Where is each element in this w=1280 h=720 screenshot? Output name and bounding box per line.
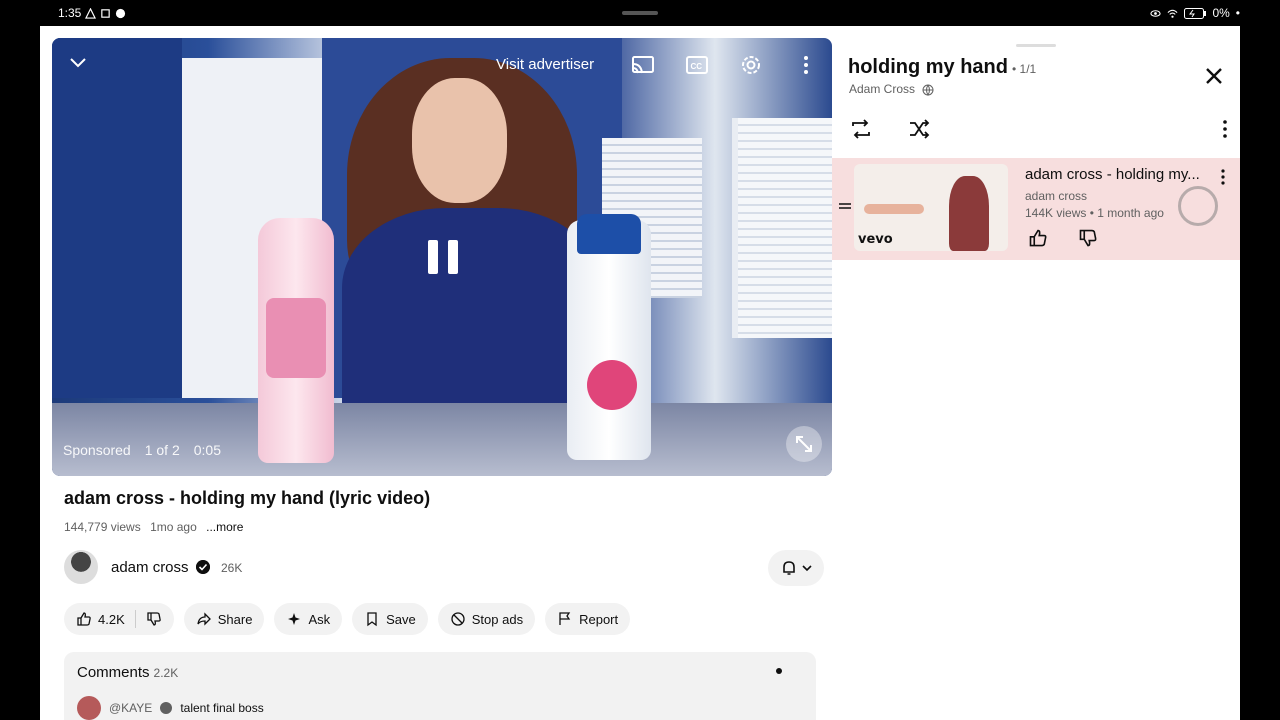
visit-advertiser-link[interactable]: Visit advertiser	[496, 56, 594, 73]
item-channel: adam cross	[1025, 189, 1088, 203]
shuffle-icon[interactable]	[906, 116, 932, 142]
eye-icon	[1150, 9, 1162, 17]
sponsored-label: Sponsored	[63, 442, 131, 458]
comments-title: Comments	[77, 664, 150, 681]
upload-age: 1mo ago	[150, 520, 197, 534]
bookmark-icon	[367, 612, 377, 627]
channel-avatar[interactable]	[64, 550, 98, 584]
battery-dot: •	[1235, 6, 1240, 20]
ad-time: 0:05	[193, 442, 221, 458]
globe-icon	[922, 84, 934, 96]
verified-icon	[160, 702, 173, 714]
video-player[interactable]: Visit advertiser CC Sponsored 1 of 2 0:0…	[52, 38, 832, 476]
ad-info: Sponsored 1 of 2 0:05	[63, 442, 221, 458]
vevo-logo: vevo	[858, 232, 893, 247]
commenter-name: @KAYE	[109, 701, 153, 715]
item-title: adam cross - holding my...	[1025, 166, 1200, 183]
wifi-icon	[1167, 9, 1178, 18]
expand-icon	[796, 436, 812, 452]
ask-button[interactable]: Ask	[274, 603, 343, 635]
status-right: 0% •	[1150, 6, 1240, 20]
youtube-app: Visit advertiser CC Sponsored 1 of 2 0:0…	[40, 26, 1240, 720]
sparkle-icon	[288, 613, 301, 625]
owner-name: Adam Cross	[849, 82, 916, 96]
divider	[134, 610, 136, 628]
subscriber-count: 26K	[221, 561, 243, 575]
playlist-panel: holding my hand • 1/1 Adam Cross vevo ada…	[832, 26, 1240, 720]
like-dislike-button[interactable]: 4.2K	[64, 603, 174, 635]
video-meta[interactable]: 144,779 views 1mo ago ...more	[64, 520, 243, 534]
playlist-count: • 1/1	[1012, 62, 1037, 76]
pause-icon[interactable]	[428, 240, 458, 274]
svg-text:CC: CC	[691, 62, 703, 71]
flag-icon	[559, 612, 571, 625]
view-count: 144,779 views	[64, 520, 141, 534]
chevron-down-icon	[802, 565, 812, 572]
stop-ads-label: Stop ads	[471, 611, 524, 627]
video-title: adam cross - holding my hand (lyric vide…	[64, 488, 431, 508]
comments-count: 2.2K	[153, 666, 179, 680]
comments-section[interactable]: Comments 2.2K @KAYE talent final boss	[64, 652, 816, 720]
top-comment: @KAYE talent final boss	[77, 696, 264, 720]
like-count: 4.2K	[98, 611, 125, 627]
clock: 1:35	[58, 6, 82, 20]
commenter-avatar	[77, 696, 101, 720]
status-pill	[622, 11, 658, 15]
block-icon	[451, 612, 465, 626]
stop-ads-button[interactable]: Stop ads	[437, 603, 536, 635]
report-label: Report	[579, 611, 619, 627]
verified-icon	[196, 560, 210, 574]
more-link[interactable]: ...more	[206, 520, 243, 534]
touch-ripple	[1178, 186, 1218, 226]
comment-text: talent final boss	[180, 701, 264, 715]
thumbs-down-icon[interactable]	[146, 611, 162, 627]
thumbs-down-icon[interactable]	[1078, 228, 1098, 248]
drag-handle[interactable]	[1016, 44, 1056, 47]
comments-indicator-dot	[776, 668, 782, 674]
repeat-icon[interactable]	[848, 116, 874, 142]
thumbs-up-icon[interactable]	[1028, 228, 1048, 248]
playlist-item[interactable]: vevo adam cross - holding my... adam cro…	[832, 158, 1240, 260]
playlist-owner[interactable]: Adam Cross	[849, 82, 934, 96]
captions-icon[interactable]: CC	[684, 52, 710, 78]
share-icon	[197, 612, 211, 626]
share-button[interactable]: Share	[183, 603, 265, 635]
report-button[interactable]: Report	[545, 603, 631, 635]
save-button[interactable]: Save	[352, 603, 428, 635]
settings-gear-icon[interactable]	[738, 52, 764, 78]
thumbs-up-icon[interactable]	[76, 611, 92, 627]
more-vertical-icon[interactable]	[1222, 118, 1228, 140]
comments-header: Comments 2.2K	[77, 664, 178, 681]
playlist-title-row: holding my hand • 1/1	[848, 56, 1036, 79]
channel-row: adam cross 26K	[64, 550, 824, 588]
share-label: Share	[217, 611, 253, 627]
minimize-chevron-icon[interactable]	[66, 50, 90, 74]
close-icon[interactable]	[1202, 64, 1226, 88]
video-thumbnail[interactable]: vevo	[854, 164, 1008, 251]
ad-position: 1 of 2	[144, 442, 180, 458]
notification-bell-button[interactable]	[768, 550, 824, 586]
battery-percent: 0%	[1212, 6, 1230, 20]
status-left: 1:35	[58, 6, 126, 20]
more-vertical-icon[interactable]	[793, 52, 819, 78]
bell-icon	[783, 561, 795, 575]
ask-label: Ask	[308, 611, 331, 627]
player-controls: Visit advertiser CC Sponsored 1 of 2 0:0…	[52, 38, 832, 476]
playlist-title: holding my hand	[848, 56, 1008, 78]
channel-name[interactable]: adam cross	[111, 559, 189, 576]
battery-icon	[1184, 7, 1207, 19]
app-notification-icon	[116, 8, 126, 18]
notification-icon	[101, 8, 111, 18]
more-vertical-icon[interactable]	[1220, 168, 1226, 186]
cast-icon[interactable]	[630, 52, 656, 78]
status-bar: 1:35 0% •	[0, 0, 1280, 26]
fullscreen-button[interactable]	[786, 426, 822, 462]
action-bar: 4.2K Share Ask Save Stop ads Report	[64, 603, 631, 635]
warning-icon	[85, 7, 97, 19]
reorder-handle-icon[interactable]	[838, 200, 852, 212]
save-label: Save	[386, 611, 416, 627]
item-meta: 144K views • 1 month ago	[1025, 206, 1164, 220]
